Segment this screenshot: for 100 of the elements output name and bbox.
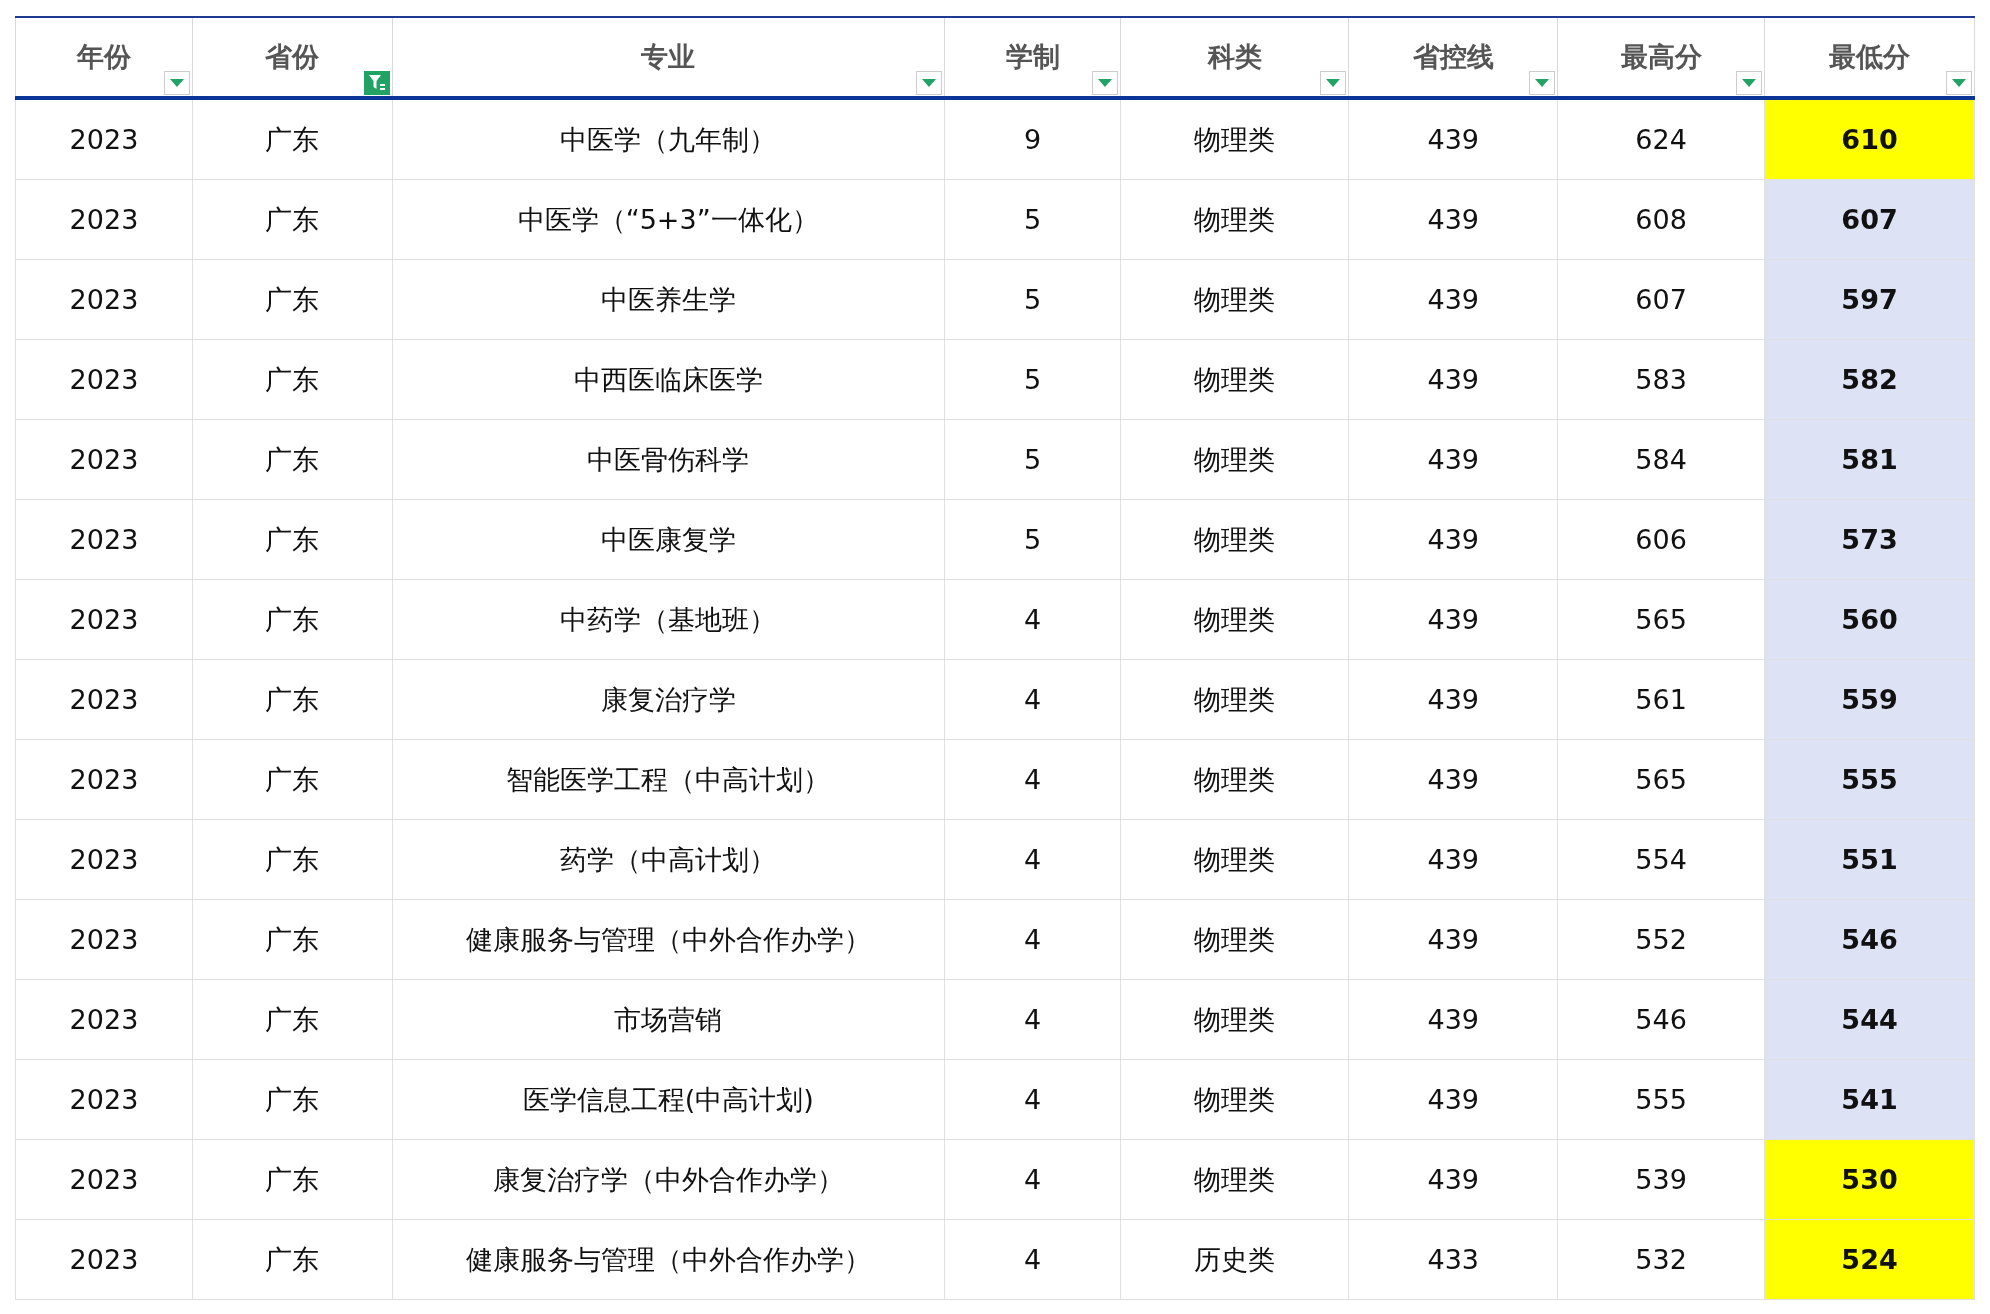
table-cell: 439 xyxy=(1348,1059,1558,1140)
table-cell: 2023 xyxy=(15,659,193,740)
table-cell: 546 xyxy=(1764,899,1975,980)
table-cell: 2023 xyxy=(15,499,193,580)
column-title: 省份 xyxy=(265,41,320,72)
table-cell: 广东 xyxy=(192,339,393,420)
table-cell: 健康服务与管理（中外合作办学） xyxy=(392,1219,945,1300)
filter-button[interactable] xyxy=(1092,71,1119,95)
table-cell: 573 xyxy=(1764,499,1975,580)
filter-button[interactable] xyxy=(1529,71,1556,95)
table-cell: 2023 xyxy=(15,259,193,340)
table-cell: 439 xyxy=(1348,1139,1558,1220)
table-cell: 539 xyxy=(1557,1139,1765,1220)
table-cell: 561 xyxy=(1557,659,1765,740)
filter-button[interactable] xyxy=(1320,71,1347,95)
column-title: 科类 xyxy=(1207,41,1262,72)
table-cell: 物理类 xyxy=(1121,899,1349,980)
table-cell: 439 xyxy=(1348,739,1558,820)
table-cell: 5 xyxy=(944,499,1121,580)
table-cell: 530 xyxy=(1764,1139,1975,1220)
table-cell: 2023 xyxy=(15,1219,193,1300)
table-cell: 广东 xyxy=(192,1139,393,1220)
table-cell: 551 xyxy=(1764,819,1975,900)
table-cell: 中医学（“5+3”一体化） xyxy=(392,179,945,260)
table-cell: 4 xyxy=(944,739,1121,820)
table-cell: 2023 xyxy=(15,1139,193,1220)
table-cell: 439 xyxy=(1348,179,1558,260)
dropdown-arrow-icon xyxy=(1098,79,1113,87)
filter-button[interactable] xyxy=(363,71,390,95)
table-cell: 广东 xyxy=(192,659,393,740)
table-cell: 552 xyxy=(1557,899,1765,980)
table-cell: 532 xyxy=(1557,1219,1765,1300)
table-cell: 广东 xyxy=(192,419,393,500)
table-cell: 5 xyxy=(944,419,1121,500)
table-cell: 市场营销 xyxy=(392,979,945,1060)
dropdown-arrow-icon xyxy=(169,79,184,87)
table-cell: 健康服务与管理（中外合作办学） xyxy=(392,899,945,980)
table-cell: 2023 xyxy=(15,739,193,820)
table-cell: 439 xyxy=(1348,499,1558,580)
table-cell: 439 xyxy=(1348,579,1558,660)
table-cell: 607 xyxy=(1764,179,1975,260)
table-cell: 物理类 xyxy=(1121,739,1349,820)
table-cell: 广东 xyxy=(192,579,393,660)
table-cell: 广东 xyxy=(192,98,393,180)
table-cell: 4 xyxy=(944,1139,1121,1220)
table-cell: 2023 xyxy=(15,1059,193,1140)
column-title: 年份 xyxy=(76,41,131,72)
table-cell: 610 xyxy=(1764,98,1975,180)
table-cell: 广东 xyxy=(192,499,393,580)
table-cell: 康复治疗学 xyxy=(392,659,945,740)
table-cell: 药学（中高计划） xyxy=(392,819,945,900)
table-cell: 物理类 xyxy=(1121,259,1349,340)
table-cell: 439 xyxy=(1348,339,1558,420)
table-cell: 物理类 xyxy=(1121,179,1349,260)
filter-icon xyxy=(367,73,386,93)
table-cell: 555 xyxy=(1764,739,1975,820)
table-cell: 439 xyxy=(1348,819,1558,900)
table-cell: 中医养生学 xyxy=(392,259,945,340)
filter-button[interactable] xyxy=(163,71,190,95)
table-cell: 9 xyxy=(944,98,1121,180)
filter-button[interactable] xyxy=(1946,71,1972,95)
table-cell: 物理类 xyxy=(1121,1139,1349,1220)
column-title: 最低分 xyxy=(1829,41,1911,72)
table-cell: 中药学（基地班） xyxy=(392,579,945,660)
table-cell: 581 xyxy=(1764,419,1975,500)
table-cell: 物理类 xyxy=(1121,979,1349,1060)
table-cell: 555 xyxy=(1557,1059,1765,1140)
table-cell: 597 xyxy=(1764,259,1975,340)
table-cell: 554 xyxy=(1557,819,1765,900)
table-cell: 544 xyxy=(1764,979,1975,1060)
table-cell: 物理类 xyxy=(1121,339,1349,420)
table-cell: 2023 xyxy=(15,339,193,420)
table-cell: 4 xyxy=(944,899,1121,980)
dropdown-arrow-icon xyxy=(1535,79,1550,87)
table-cell: 439 xyxy=(1348,98,1558,180)
table-cell: 4 xyxy=(944,1219,1121,1300)
table-cell: 5 xyxy=(944,339,1121,420)
table-cell: 2023 xyxy=(15,819,193,900)
table-cell: 5 xyxy=(944,179,1121,260)
table-cell: 广东 xyxy=(192,179,393,260)
table-cell: 物理类 xyxy=(1121,659,1349,740)
dropdown-arrow-icon xyxy=(1952,79,1966,87)
table-cell: 608 xyxy=(1557,179,1765,260)
filter-button[interactable] xyxy=(1736,71,1763,95)
table-cell: 560 xyxy=(1764,579,1975,660)
table-cell: 历史类 xyxy=(1121,1219,1349,1300)
table-cell: 439 xyxy=(1348,979,1558,1060)
table-cell: 广东 xyxy=(192,739,393,820)
table-cell: 2023 xyxy=(15,899,193,980)
table-cell: 4 xyxy=(944,1059,1121,1140)
table-cell: 582 xyxy=(1764,339,1975,420)
table-cell: 4 xyxy=(944,979,1121,1060)
table-cell: 524 xyxy=(1764,1219,1975,1300)
dropdown-arrow-icon xyxy=(921,79,936,87)
table-cell: 2023 xyxy=(15,98,193,180)
table-cell: 智能医学工程（中高计划） xyxy=(392,739,945,820)
column-title: 学制 xyxy=(1005,41,1060,72)
table-cell: 物理类 xyxy=(1121,98,1349,180)
table-cell: 4 xyxy=(944,659,1121,740)
filter-button[interactable] xyxy=(915,71,942,95)
